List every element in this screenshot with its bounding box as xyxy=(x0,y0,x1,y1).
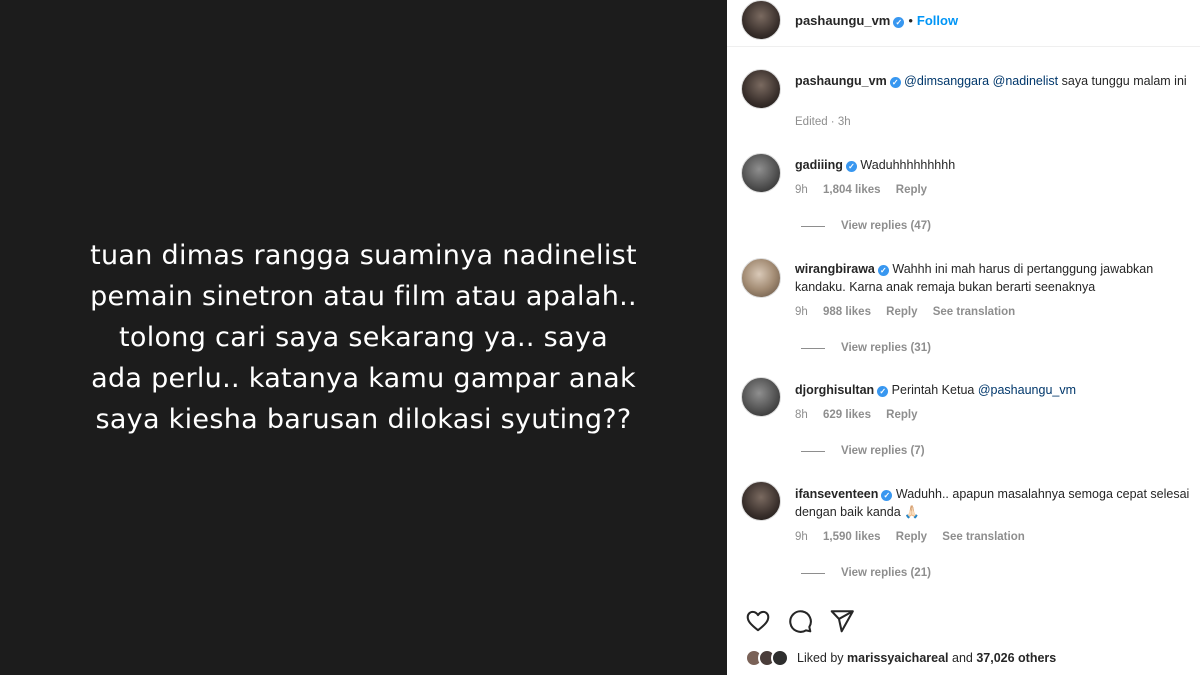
view-replies-button[interactable]: View replies (21) xyxy=(801,567,931,579)
reply-button[interactable]: Reply xyxy=(896,184,927,196)
comments-panel xyxy=(727,0,1200,675)
comment-meta: 9h 1,804 likes Reply xyxy=(795,184,939,196)
comment-likes[interactable]: 1,590 likes xyxy=(823,531,881,543)
story-line: saya kiesha barusan dilokasi syuting?? xyxy=(95,403,632,435)
replies-line xyxy=(801,347,825,349)
caption-avatar[interactable] xyxy=(741,69,781,109)
comment-avatar[interactable] xyxy=(741,153,781,193)
story-line: ada perlu.. katanya kamu gampar anak xyxy=(91,362,636,394)
action-bar xyxy=(745,608,855,634)
reply-button[interactable]: Reply xyxy=(886,409,917,421)
comment-meta: 9h 1,590 likes Reply See translation xyxy=(795,531,1037,543)
comment-text: gadiiing ✓ Waduhhhhhhhhh xyxy=(795,156,1190,174)
reply-button[interactable]: Reply xyxy=(886,306,917,318)
replies-line xyxy=(801,225,825,227)
heart-icon[interactable] xyxy=(745,608,771,634)
comment-time: 9h xyxy=(795,531,808,543)
replies-line xyxy=(801,450,825,452)
comment-time: 9h xyxy=(795,184,808,196)
liked-by-others[interactable]: 37,026 others xyxy=(976,651,1056,665)
view-replies-button[interactable]: View replies (47) xyxy=(801,220,931,232)
comment-username[interactable]: djorghisultan xyxy=(795,383,874,397)
verified-icon: ✓ xyxy=(845,161,857,172)
comment-icon[interactable] xyxy=(787,608,813,634)
comment-username[interactable]: ifanseventeen xyxy=(795,487,878,501)
view-replies-label: View replies (21) xyxy=(841,567,931,579)
liked-by-and: and xyxy=(952,651,973,665)
liked-by-user[interactable]: marissyaichareal xyxy=(847,651,948,665)
story-line: pemain sinetron atau film atau apalah.. xyxy=(90,280,637,312)
header-separator: • xyxy=(908,13,913,28)
comment-username[interactable]: wirangbirawa xyxy=(795,262,875,276)
comment-text: ifanseventeen ✓ Waduhh.. apapun masalahny… xyxy=(795,485,1190,521)
follow-button[interactable]: Follow xyxy=(917,13,958,28)
caption-edited-time: Edited · 3h xyxy=(795,116,851,128)
comment-avatar[interactable] xyxy=(741,258,781,298)
comment-avatar[interactable] xyxy=(741,377,781,417)
author-username[interactable]: pashaungu_vm xyxy=(795,13,890,28)
comment-time: 8h xyxy=(795,409,808,421)
author-avatar[interactable] xyxy=(741,0,781,40)
verified-icon: ✓ xyxy=(893,17,905,28)
comment-time: 9h xyxy=(795,306,808,318)
see-translation-button[interactable]: See translation xyxy=(942,531,1024,543)
liker-avatar xyxy=(771,649,789,667)
likes-summary: Liked by marissyaichareal and 37,026 oth… xyxy=(745,649,1056,667)
liker-avatars xyxy=(745,649,789,667)
story-line: tuan dimas rangga suaminya nadinelist xyxy=(90,239,637,271)
comment-body: Perintah Ketua xyxy=(891,383,975,397)
verified-icon: ✓ xyxy=(889,77,901,88)
comment-text: wirangbirawa ✓ Wahhh ini mah harus di per… xyxy=(795,260,1200,296)
comment-likes[interactable]: 629 likes xyxy=(823,409,871,421)
reply-button[interactable]: Reply xyxy=(896,531,927,543)
comment-username[interactable]: gadiiing xyxy=(795,158,843,172)
replies-line xyxy=(801,572,825,574)
view-replies-label: View replies (31) xyxy=(841,342,931,354)
header-divider xyxy=(727,46,1200,47)
comment-mention[interactable]: @pashaungu_vm xyxy=(978,383,1076,397)
post-header: pashaungu_vm ✓ • Follow xyxy=(795,13,958,28)
view-replies-button[interactable]: View replies (31) xyxy=(801,342,931,354)
caption-body: saya tunggu malam ini xyxy=(1061,74,1187,88)
comment-meta: 8h 629 likes Reply xyxy=(795,409,930,421)
caption-mention[interactable]: @dimsanggara xyxy=(904,74,989,88)
view-replies-label: View replies (47) xyxy=(841,220,931,232)
post-story-text: tuan dimas rangga suaminya nadinelist pe… xyxy=(14,235,714,440)
view-replies-label: View replies (7) xyxy=(841,445,925,457)
comment-text: djorghisultan ✓ Perintah Ketua @pashaungu… xyxy=(795,381,1190,399)
comment-likes[interactable]: 1,804 likes xyxy=(823,184,881,196)
caption-username[interactable]: pashaungu_vm xyxy=(795,74,887,88)
caption-text: pashaungu_vm ✓ @dimsanggara @nadinelist s… xyxy=(795,72,1190,90)
comment-body: Waduhhhhhhhhh xyxy=(860,158,956,172)
see-translation-button[interactable]: See translation xyxy=(933,306,1015,318)
story-line: tolong cari saya sekarang ya.. saya xyxy=(118,321,609,353)
verified-icon: ✓ xyxy=(877,265,889,276)
comment-likes[interactable]: 988 likes xyxy=(823,306,871,318)
comment-avatar[interactable] xyxy=(741,481,781,521)
view-replies-button[interactable]: View replies (7) xyxy=(801,445,925,457)
comment-meta: 9h 988 likes Reply See translation xyxy=(795,306,1027,318)
caption-meta: Edited · 3h xyxy=(795,116,863,128)
verified-icon: ✓ xyxy=(881,490,893,501)
verified-icon: ✓ xyxy=(877,386,889,397)
caption-mention[interactable]: @nadinelist xyxy=(993,74,1059,88)
post-media: tuan dimas rangga suaminya nadinelist pe… xyxy=(0,0,727,675)
liked-by-prefix: Liked by xyxy=(797,651,844,665)
share-icon[interactable] xyxy=(829,608,855,634)
